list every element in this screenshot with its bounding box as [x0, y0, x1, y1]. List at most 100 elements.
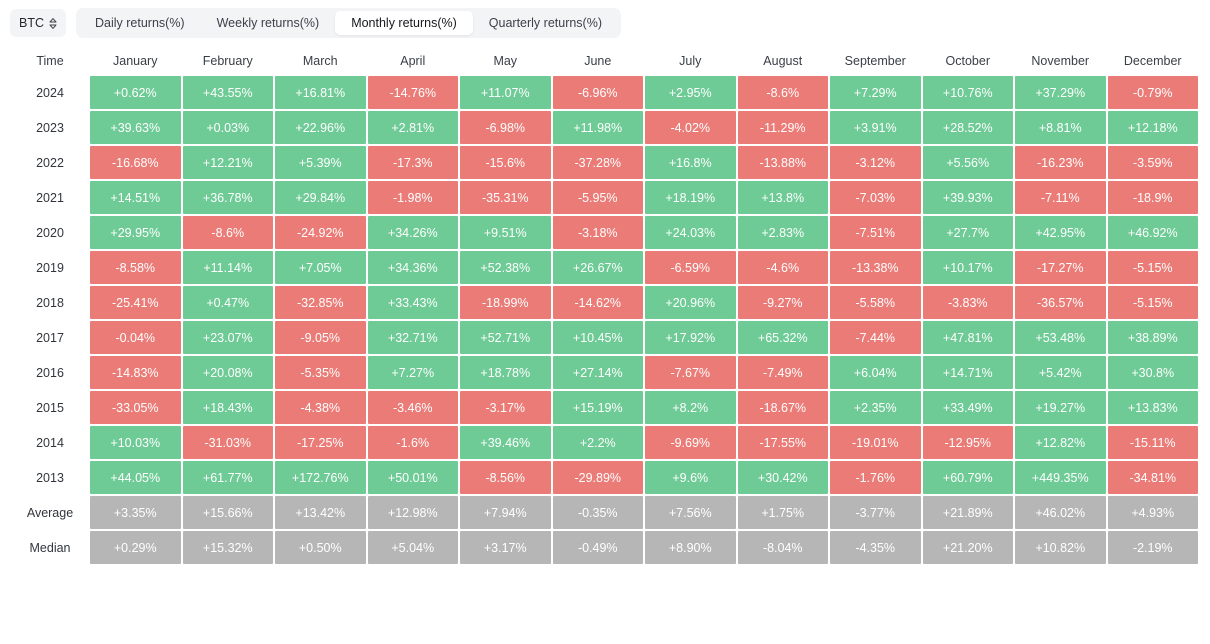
return-cell[interactable]: +7.27% [367, 356, 458, 389]
tab-weekly-returns[interactable]: Weekly returns(%) [201, 11, 336, 35]
return-cell[interactable]: -7.03% [830, 181, 921, 214]
return-cell[interactable]: -3.77% [830, 496, 921, 529]
return-cell[interactable]: +11.07% [460, 76, 551, 109]
return-cell[interactable]: +33.43% [367, 286, 458, 319]
return-cell[interactable]: +10.45% [552, 321, 643, 354]
return-cell[interactable]: +10.03% [90, 426, 181, 459]
return-cell[interactable]: -15.6% [460, 146, 551, 179]
return-cell[interactable]: +2.81% [367, 111, 458, 144]
return-cell[interactable]: +0.50% [275, 531, 366, 564]
return-cell[interactable]: -14.76% [367, 76, 458, 109]
return-cell[interactable]: +46.02% [1015, 496, 1106, 529]
return-cell[interactable]: +11.98% [552, 111, 643, 144]
return-cell[interactable]: +34.26% [367, 216, 458, 249]
return-cell[interactable]: -32.85% [275, 286, 366, 319]
tab-monthly-returns[interactable]: Monthly returns(%) [335, 11, 473, 35]
return-cell[interactable]: +24.03% [645, 216, 736, 249]
return-cell[interactable]: +43.55% [182, 76, 273, 109]
return-cell[interactable]: -1.76% [830, 461, 921, 494]
return-cell[interactable]: -34.81% [1107, 461, 1198, 494]
return-cell[interactable]: +47.81% [922, 321, 1013, 354]
return-cell[interactable]: -31.03% [182, 426, 273, 459]
return-cell[interactable]: +26.67% [552, 251, 643, 284]
return-cell[interactable]: +38.89% [1107, 321, 1198, 354]
return-cell[interactable]: +46.92% [1107, 216, 1198, 249]
return-cell[interactable]: +449.35% [1015, 461, 1106, 494]
return-cell[interactable]: +8.2% [645, 391, 736, 424]
return-cell[interactable]: -1.6% [367, 426, 458, 459]
return-cell[interactable]: +50.01% [367, 461, 458, 494]
return-cell[interactable]: +12.98% [367, 496, 458, 529]
return-cell[interactable]: -12.95% [922, 426, 1013, 459]
tab-quarterly-returns[interactable]: Quarterly returns(%) [473, 11, 618, 35]
return-cell[interactable]: -17.27% [1015, 251, 1106, 284]
return-cell[interactable]: +53.48% [1015, 321, 1106, 354]
return-cell[interactable]: +3.35% [90, 496, 181, 529]
return-cell[interactable]: -7.44% [830, 321, 921, 354]
return-cell[interactable]: +3.91% [830, 111, 921, 144]
return-cell[interactable]: +30.8% [1107, 356, 1198, 389]
return-cell[interactable]: +29.84% [275, 181, 366, 214]
return-cell[interactable]: -9.69% [645, 426, 736, 459]
return-cell[interactable]: -5.15% [1107, 251, 1198, 284]
return-cell[interactable]: +27.7% [922, 216, 1013, 249]
return-cell[interactable]: +12.18% [1107, 111, 1198, 144]
return-cell[interactable]: +7.94% [460, 496, 551, 529]
return-cell[interactable]: -3.46% [367, 391, 458, 424]
return-cell[interactable]: -33.05% [90, 391, 181, 424]
return-cell[interactable]: +22.96% [275, 111, 366, 144]
return-cell[interactable]: -3.59% [1107, 146, 1198, 179]
return-cell[interactable]: +9.6% [645, 461, 736, 494]
return-cell[interactable]: +2.83% [737, 216, 828, 249]
return-cell[interactable]: +2.35% [830, 391, 921, 424]
return-cell[interactable]: -9.05% [275, 321, 366, 354]
return-cell[interactable]: +52.71% [460, 321, 551, 354]
return-cell[interactable]: -6.59% [645, 251, 736, 284]
return-cell[interactable]: +0.47% [182, 286, 273, 319]
return-cell[interactable]: +18.78% [460, 356, 551, 389]
return-cell[interactable]: +33.49% [922, 391, 1013, 424]
return-cell[interactable]: -0.79% [1107, 76, 1198, 109]
return-cell[interactable]: -0.04% [90, 321, 181, 354]
return-cell[interactable]: -4.02% [645, 111, 736, 144]
return-cell[interactable]: +13.83% [1107, 391, 1198, 424]
return-cell[interactable]: +8.81% [1015, 111, 1106, 144]
return-cell[interactable]: +19.27% [1015, 391, 1106, 424]
return-cell[interactable]: -4.38% [275, 391, 366, 424]
return-cell[interactable]: -16.68% [90, 146, 181, 179]
return-cell[interactable]: +21.20% [922, 531, 1013, 564]
return-cell[interactable]: -8.6% [737, 76, 828, 109]
return-cell[interactable]: +17.92% [645, 321, 736, 354]
return-cell[interactable]: -3.12% [830, 146, 921, 179]
return-cell[interactable]: +18.19% [645, 181, 736, 214]
return-cell[interactable]: -11.29% [737, 111, 828, 144]
return-cell[interactable]: -7.51% [830, 216, 921, 249]
return-cell[interactable]: +60.79% [922, 461, 1013, 494]
return-cell[interactable]: +10.82% [1015, 531, 1106, 564]
return-cell[interactable]: -13.38% [830, 251, 921, 284]
return-cell[interactable]: +39.46% [460, 426, 551, 459]
return-cell[interactable]: -7.67% [645, 356, 736, 389]
return-cell[interactable]: +34.36% [367, 251, 458, 284]
return-cell[interactable]: -6.98% [460, 111, 551, 144]
return-cell[interactable]: +15.19% [552, 391, 643, 424]
return-cell[interactable]: +36.78% [182, 181, 273, 214]
return-cell[interactable]: +32.71% [367, 321, 458, 354]
return-cell[interactable]: -5.15% [1107, 286, 1198, 319]
return-cell[interactable]: +2.95% [645, 76, 736, 109]
return-cell[interactable]: +16.8% [645, 146, 736, 179]
return-cell[interactable]: +30.42% [737, 461, 828, 494]
return-cell[interactable]: +61.77% [182, 461, 273, 494]
return-cell[interactable]: +5.42% [1015, 356, 1106, 389]
return-cell[interactable]: +0.29% [90, 531, 181, 564]
return-cell[interactable]: +27.14% [552, 356, 643, 389]
return-cell[interactable]: -6.96% [552, 76, 643, 109]
return-cell[interactable]: -15.11% [1107, 426, 1198, 459]
return-cell[interactable]: -37.28% [552, 146, 643, 179]
return-cell[interactable]: +10.17% [922, 251, 1013, 284]
return-cell[interactable]: -5.58% [830, 286, 921, 319]
return-cell[interactable]: +5.56% [922, 146, 1013, 179]
return-cell[interactable]: +4.93% [1107, 496, 1198, 529]
return-cell[interactable]: +0.03% [182, 111, 273, 144]
return-cell[interactable]: +21.89% [922, 496, 1013, 529]
